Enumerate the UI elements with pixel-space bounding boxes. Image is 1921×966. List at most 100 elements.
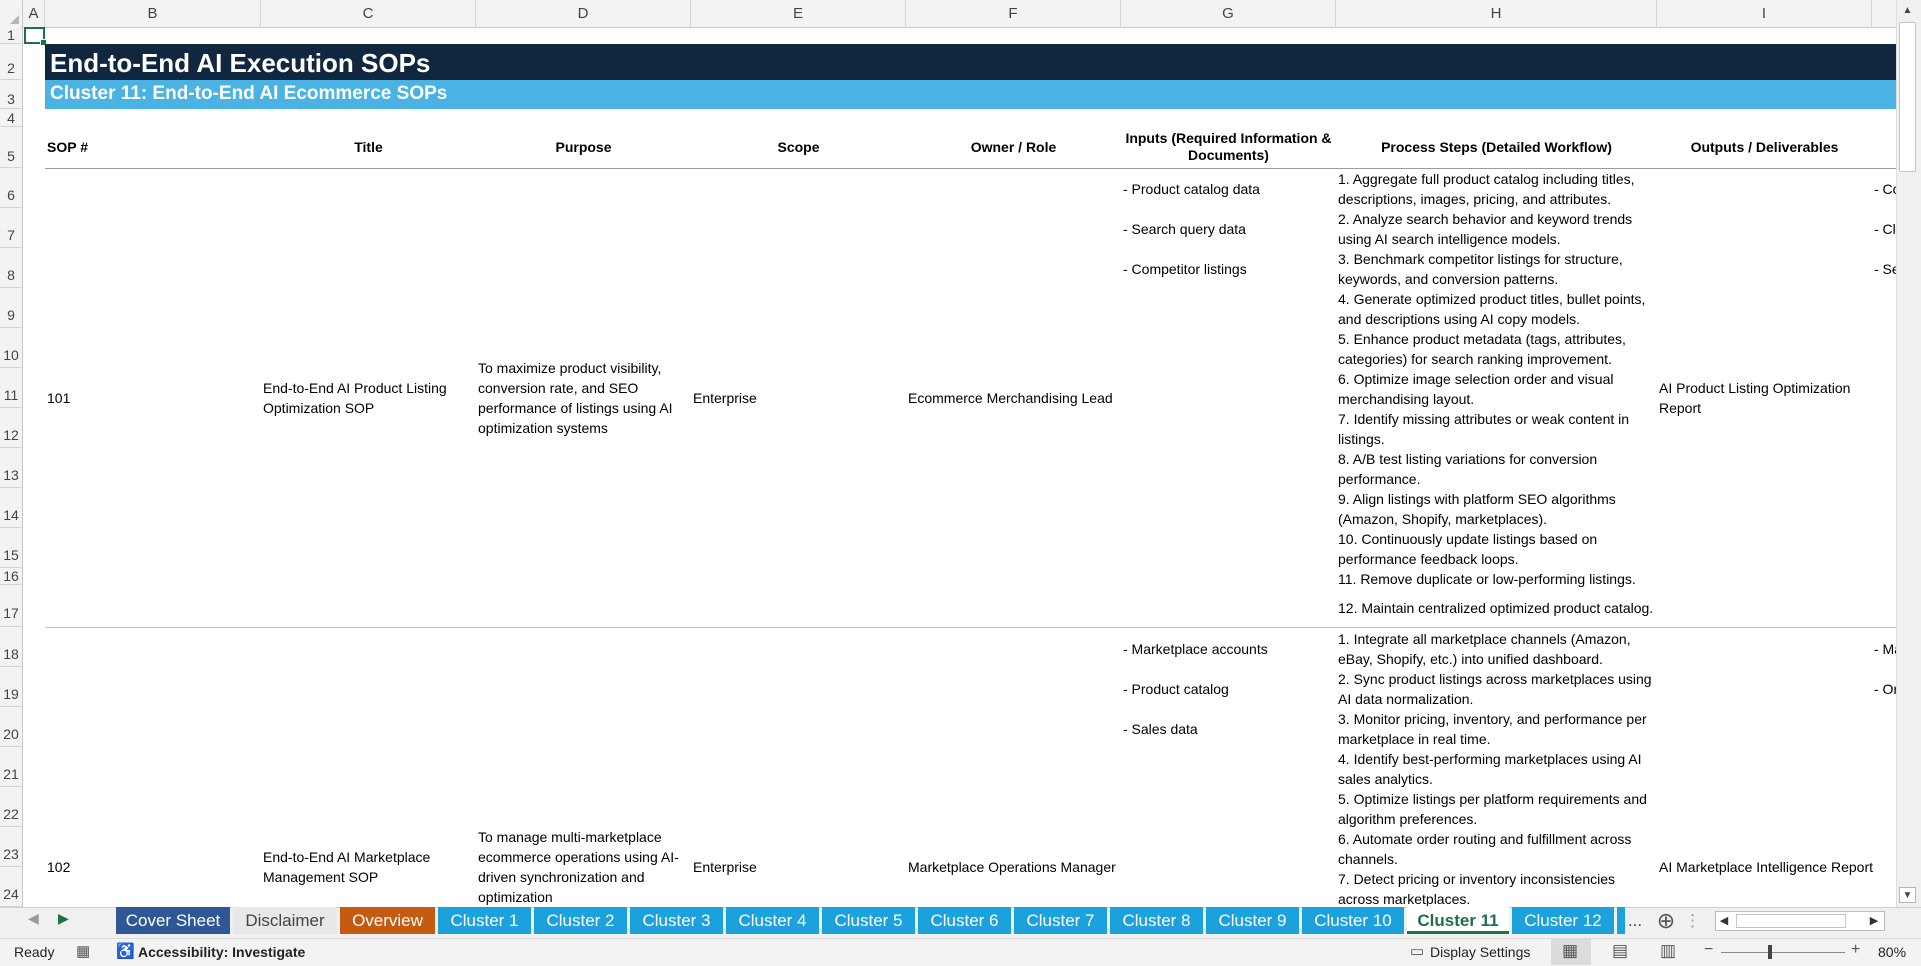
macro-record-icon[interactable]: ▦ — [76, 942, 90, 960]
vertical-scroll-thumb[interactable] — [1899, 22, 1916, 172]
row-header-12[interactable]: 12 — [0, 408, 22, 448]
tab-cluster-9[interactable]: Cluster 9 — [1206, 907, 1299, 934]
row-header-22[interactable]: 22 — [0, 787, 22, 827]
row-header-21[interactable]: 21 — [0, 747, 22, 787]
row-header-14[interactable]: 14 — [0, 488, 22, 528]
column-header-d[interactable]: D — [476, 0, 691, 27]
purpose-cell[interactable]: To maximize product visibility, conversi… — [478, 358, 673, 438]
outputs-cell[interactable]: AI Marketplace Intelligence Report — [1659, 857, 1873, 877]
tab-cluster-1[interactable]: Cluster 1 — [438, 907, 531, 934]
title-cell[interactable]: End-to-End AI Marketplace Management SOP — [263, 847, 430, 887]
column-header-b[interactable]: B — [45, 0, 261, 27]
zoom-slider-thumb[interactable] — [1768, 945, 1772, 959]
row-header-8[interactable]: 8 — [0, 248, 22, 288]
sop-number-cell[interactable]: 101 — [47, 388, 70, 408]
row-header-1[interactable]: 1 — [0, 27, 22, 44]
row-header-13[interactable]: 13 — [0, 448, 22, 488]
row-header-18[interactable]: 18 — [0, 627, 22, 667]
scope-cell[interactable]: Enterprise — [693, 388, 757, 408]
step-line: keywords, and conversion patterns. — [1338, 271, 1559, 287]
page-layout-icon[interactable]: ▤ — [1612, 941, 1628, 961]
tab-cover-sheet[interactable]: Cover Sheet — [116, 907, 230, 934]
row-header-5[interactable]: 5 — [0, 127, 22, 168]
row-header-23[interactable]: 23 — [0, 827, 22, 867]
row-header-10[interactable]: 10 — [0, 328, 22, 368]
tab-overview[interactable]: Overview — [340, 907, 435, 934]
column-header-e[interactable]: E — [691, 0, 906, 27]
tab-cluster-4[interactable]: Cluster 4 — [726, 907, 819, 934]
tab-cluster-11[interactable]: Cluster 11 — [1407, 907, 1509, 934]
tab-cluster-10[interactable]: Cluster 10 — [1302, 907, 1404, 934]
title-banner: End-to-End AI Execution SOPs — [45, 44, 1896, 80]
display-settings-button[interactable]: Display Settings — [1430, 944, 1530, 960]
tab-cluster-2[interactable]: Cluster 2 — [534, 907, 627, 934]
owner-cell[interactable]: Ecommerce Merchandising Lead — [908, 388, 1113, 408]
row-header-9[interactable]: 9 — [0, 288, 22, 328]
horizontal-scroll-thumb[interactable] — [1736, 914, 1846, 928]
column-header-f[interactable]: F — [906, 0, 1121, 27]
row-header-15[interactable]: 15 — [0, 528, 22, 568]
overflow-cell[interactable]: - Ma - Or — [1874, 639, 1896, 719]
tab-cluster-3[interactable]: Cluster 3 — [630, 907, 723, 934]
scroll-down-icon[interactable]: ▼ — [1899, 887, 1916, 903]
row-header-4[interactable]: 4 — [0, 109, 22, 127]
normal-view-icon[interactable]: ▦ — [1562, 941, 1578, 961]
column-header-h[interactable]: H — [1336, 0, 1657, 27]
row-header-2[interactable]: 2 — [0, 44, 22, 80]
row-header-7[interactable]: 7 — [0, 208, 22, 248]
step-line: (Amazon, Shopify, marketplaces). — [1338, 511, 1548, 527]
accessibility-status[interactable]: Accessibility: Investigate — [138, 944, 305, 960]
scope-cell[interactable]: Enterprise — [693, 857, 757, 877]
tab-cluster-6[interactable]: Cluster 6 — [918, 907, 1011, 934]
row-header-24[interactable]: 24 — [0, 867, 22, 907]
tab-cluster-12[interactable]: Cluster 12 — [1512, 907, 1614, 934]
tab-scroll-left-icon[interactable]: ◀ — [28, 910, 39, 927]
tab-cluster-5[interactable]: Cluster 5 — [822, 907, 915, 934]
tab-cluster-8[interactable]: Cluster 8 — [1110, 907, 1203, 934]
input-item: - Marketplace accounts — [1123, 641, 1268, 657]
zoom-slider-track[interactable] — [1721, 952, 1845, 953]
display-settings-icon[interactable]: ▭ — [1410, 942, 1424, 960]
tab-splitter-icon[interactable]: ⋮ — [1684, 907, 1701, 934]
select-all-corner[interactable] — [0, 0, 23, 27]
tab-disclaimer[interactable]: Disclaimer — [233, 907, 337, 934]
step-line: algorithm preferences. — [1338, 811, 1478, 827]
column-header-i[interactable]: I — [1657, 0, 1872, 27]
active-cell-a1[interactable] — [24, 27, 47, 46]
page-break-preview-icon[interactable]: ▥ — [1660, 941, 1676, 961]
row-header-17[interactable]: 17 — [0, 585, 22, 627]
row-header-11[interactable]: 11 — [0, 368, 22, 408]
purpose-cell[interactable]: To manage multi-marketplace ecommerce op… — [478, 827, 679, 907]
scroll-right-icon[interactable]: ▶ — [1866, 912, 1882, 930]
sop-number-cell[interactable]: 102 — [47, 857, 70, 877]
row-header-16[interactable]: 16 — [0, 568, 22, 585]
overflow-cell[interactable]: - Co - Cl - Se — [1874, 179, 1896, 299]
row-header-20[interactable]: 20 — [0, 707, 22, 747]
tab-cluster-7[interactable]: Cluster 7 — [1014, 907, 1107, 934]
row-header-19[interactable]: 19 — [0, 667, 22, 707]
process-steps-cell[interactable]: 1. Integrate all marketplace channels (A… — [1338, 629, 1652, 906]
step-line: 3. Monitor pricing, inventory, and perfo… — [1338, 711, 1647, 727]
scroll-up-icon[interactable]: ▲ — [1899, 3, 1916, 19]
column-header-a[interactable]: A — [23, 0, 45, 27]
column-header-g[interactable]: G — [1121, 0, 1336, 27]
scroll-left-icon[interactable]: ◀ — [1716, 912, 1732, 930]
inputs-cell[interactable]: - Marketplace accounts - Product catalog… — [1123, 639, 1268, 759]
zoom-level[interactable]: 80% — [1878, 944, 1906, 960]
row-header-3[interactable]: 3 — [0, 80, 22, 109]
tab-overflow-menu[interactable]: ... — [1622, 907, 1648, 934]
owner-cell[interactable]: Marketplace Operations Manager — [908, 857, 1116, 877]
process-steps-cell[interactable]: 1. Aggregate full product catalog includ… — [1338, 169, 1645, 589]
inputs-cell[interactable]: - Product catalog data - Search query da… — [1123, 179, 1260, 299]
tab-scroll-right-icon[interactable]: ▶ — [58, 910, 69, 927]
row-header-6[interactable]: 6 — [0, 168, 22, 208]
title-cell[interactable]: End-to-End AI Product Listing Optimizati… — [263, 378, 447, 418]
header-owner-role: Owner / Role — [970, 138, 1057, 155]
add-sheet-icon[interactable]: ⊕ — [1652, 907, 1680, 934]
accessibility-icon[interactable]: ♿ — [116, 942, 135, 960]
zoom-out-icon[interactable]: − — [1704, 941, 1713, 959]
column-header-j[interactable] — [1872, 0, 1896, 27]
outputs-cell[interactable]: AI Product Listing Optimization Report — [1659, 378, 1850, 418]
column-header-c[interactable]: C — [261, 0, 476, 27]
zoom-in-icon[interactable]: + — [1851, 941, 1860, 959]
